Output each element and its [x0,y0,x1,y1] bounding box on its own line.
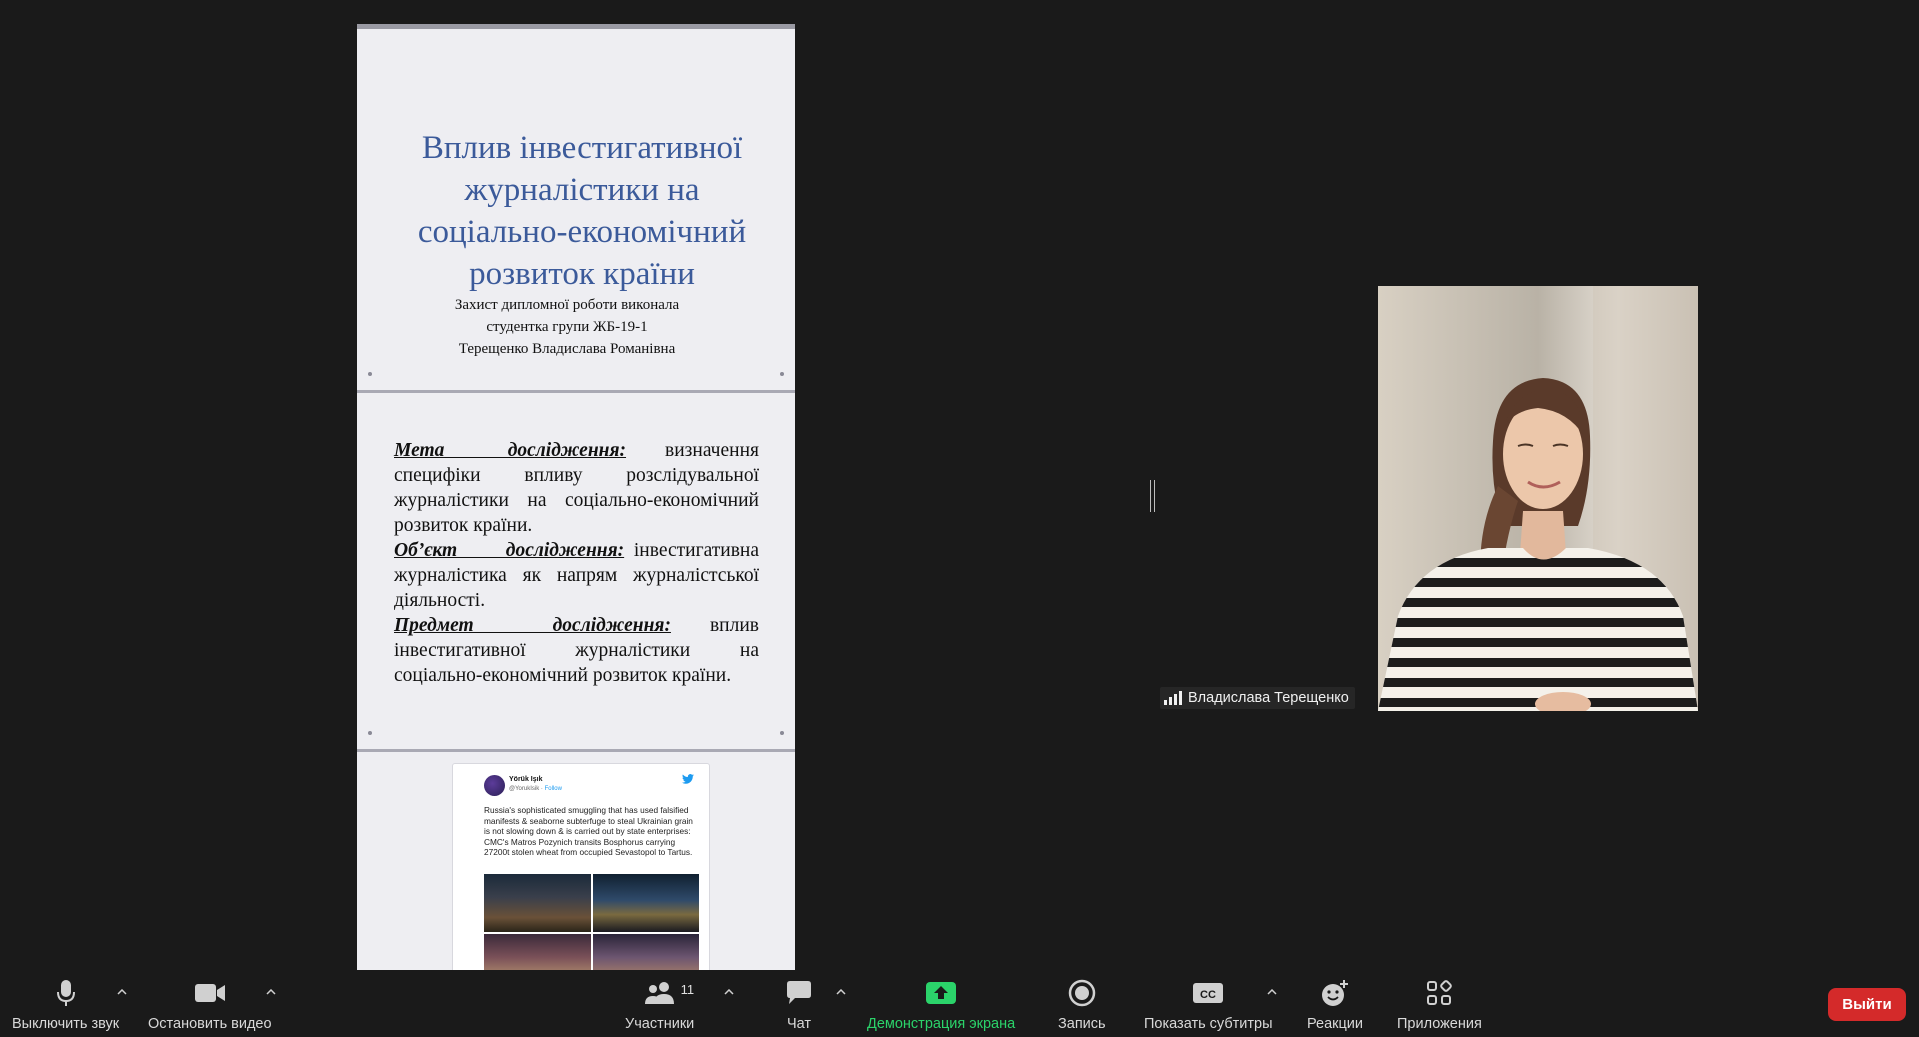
chat-button[interactable]: Чат [785,978,813,1032]
slide-2-body: Мета дослідження: визначення специфіки в… [394,438,759,688]
audio-options-chevron-up-icon[interactable] [115,985,129,999]
slide-1-subtitle: Захист дипломної роботи виконала студент… [397,294,737,360]
meeting-toolbar: Выключить звук Остановить видео 11 Участ… [0,970,1919,1037]
slide-corner-dot [780,372,784,376]
tweet-photo [592,934,699,970]
research-aim: Мета дослідження: визначення специфіки в… [394,438,759,538]
slide-2: Мета дослідження: визначення специфіки в… [357,393,795,749]
slide-corner-dot [780,731,784,735]
participants-count: 11 [680,982,695,997]
stop-video-button[interactable]: Остановить видео [148,978,272,1032]
apps-grid-icon [1426,978,1453,1008]
svg-text:CC: CC [1200,989,1216,1001]
research-object: Об’єкт дослідження: інвестигативна журна… [394,538,759,613]
participants-options-chevron-up-icon[interactable] [722,985,736,999]
tweet-handle-line: @YorukIsik · Follow [509,786,562,792]
subtitle-line: Захист дипломної роботи виконала [454,297,680,313]
tweet-photo [484,874,591,932]
chat-bubble-icon [785,978,813,1008]
participants-icon: 11 [643,978,694,1008]
split-view-resize-handle[interactable] [1150,480,1155,512]
research-subject-term: Предмет дослідження: [394,615,671,636]
tweet-avatar [484,775,505,796]
tweet-photo [592,874,699,932]
connection-signal-icon [1164,691,1182,705]
show-captions-label: Показать субтитры [1144,1016,1273,1032]
shared-document[interactable]: Вплив інвестигативної журналістики на со… [357,24,795,970]
record-button[interactable]: Запись [1058,978,1106,1032]
slide-corner-dot [368,731,372,735]
chat-options-chevron-up-icon[interactable] [834,985,848,999]
tweet-text: Russia's sophisticated smuggling that ha… [484,805,693,858]
tweet-embed: Yörük Işık @YorukIsik · Follow Russia's … [452,763,710,970]
video-options-chevron-up-icon[interactable] [264,985,278,999]
add-reaction-smiley-icon [1320,978,1350,1008]
stop-video-label: Остановить видео [148,1016,272,1032]
participants-button[interactable]: 11 Участники [625,978,694,1032]
participant-name: Владислава Терещенко [1188,690,1349,706]
leave-meeting-button[interactable]: Выйти [1828,988,1906,1021]
mute-button[interactable]: Выключить звук [12,978,119,1032]
research-aim-term: Мета дослідження: [394,440,627,461]
show-captions-button[interactable]: CC Показать субтитры [1144,978,1273,1032]
slide-1: Вплив інвестигативної журналістики на со… [357,29,795,390]
shared-screen-area: Вплив інвестигативної журналістики на со… [0,0,1919,970]
video-camera-icon [194,978,226,1008]
tweet-photo-grid [484,874,699,970]
tweet-photo [484,934,591,970]
reactions-label: Реакции [1307,1016,1364,1032]
captions-options-chevron-up-icon[interactable] [1265,985,1279,999]
slide-3: Yörük Işık @YorukIsik · Follow Russia's … [357,752,795,970]
participant-video-frame [1378,286,1698,711]
apps-label: Приложения [1397,1016,1482,1032]
tweet-author: Yörük Işık [509,776,543,783]
tweet-handle: @YorukIsik [509,786,540,792]
share-screen-label: Демонстрация экрана [867,1016,1016,1032]
closed-captions-icon: CC [1192,978,1224,1008]
participant-video[interactable] [1378,286,1698,711]
chat-label: Чат [786,1016,812,1032]
research-object-term: Об’єкт дослідження: [394,540,625,561]
research-subject: Предмет дослідження: вплив інвестигативн… [394,613,759,688]
mute-label: Выключить звук [12,1016,120,1032]
tweet-follow-link: Follow [544,786,562,792]
record-icon [1068,978,1096,1008]
twitter-bird-icon [682,774,694,784]
microphone-icon [56,978,76,1008]
slide-1-title: Вплив інвестигативної журналістики на со… [417,130,747,292]
share-screen-arrow-up-icon [925,978,957,1008]
subtitle-line: Терещенко Владислава Романівна [458,341,676,357]
apps-button[interactable]: Приложения [1397,978,1482,1032]
participant-name-label: Владислава Терещенко [1160,687,1355,709]
share-screen-button[interactable]: Демонстрация экрана [867,978,1015,1032]
reactions-button[interactable]: Реакции [1307,978,1363,1032]
slide-corner-dot [368,372,372,376]
subtitle-line: студентка групи ЖБ-19-1 [486,319,648,335]
record-label: Запись [1058,1016,1106,1032]
participants-label: Участники [625,1016,695,1032]
